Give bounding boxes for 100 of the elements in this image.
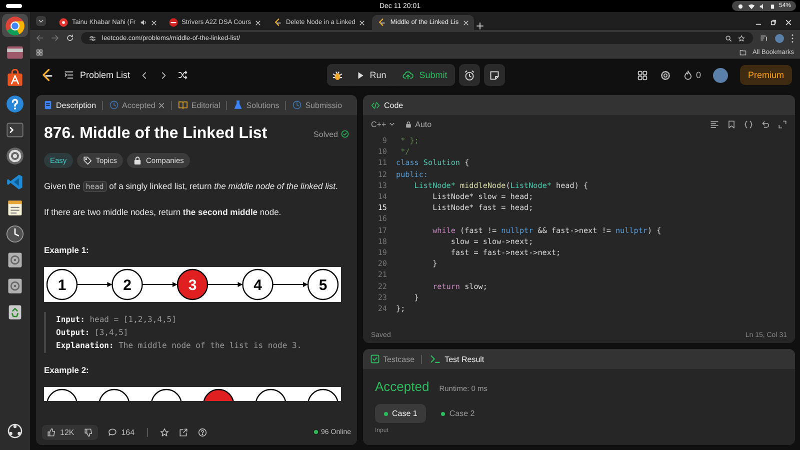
document-icon: [43, 100, 53, 110]
problem-list-link[interactable]: Problem List: [64, 70, 130, 80]
speaker-icon: [140, 19, 147, 26]
app-grid-icon[interactable]: [7, 422, 23, 438]
close-icon[interactable]: [150, 20, 157, 26]
browser-icon[interactable]: [5, 16, 25, 36]
comment-icon: [108, 428, 118, 436]
logo-favicon-icon: [168, 18, 178, 27]
notepad-icon[interactable]: [6, 198, 24, 216]
close-icon[interactable]: [359, 20, 366, 26]
close-icon[interactable]: [254, 20, 261, 26]
settings-icon[interactable]: [660, 70, 671, 80]
streak-counter[interactable]: 0: [682, 70, 701, 80]
apps-icon[interactable]: [36, 48, 43, 56]
check-circle-icon: [341, 130, 349, 138]
undo-icon[interactable]: [761, 120, 770, 128]
zoom-icon[interactable]: [725, 34, 732, 42]
history-icon: [109, 100, 120, 110]
format-icon[interactable]: [710, 120, 719, 128]
user-avatar[interactable]: [712, 68, 728, 82]
chevron-down-icon: [389, 121, 396, 127]
site-logo-icon[interactable]: [40, 68, 54, 82]
recycle-bin-icon[interactable]: [6, 302, 24, 320]
checkbox-icon: [370, 354, 380, 364]
panel-tab[interactable]: Test Result: [426, 352, 486, 366]
linked-list-drawing: 1 2 3 4 5: [44, 267, 341, 302]
code-editor-icon[interactable]: [6, 172, 24, 190]
solved-status: Solved: [314, 130, 338, 138]
more-icon[interactable]: [791, 34, 794, 42]
list-icon: [64, 70, 74, 80]
profile-avatar[interactable]: [775, 34, 784, 42]
verdict-label: Accepted: [375, 379, 430, 394]
chevron-right-icon[interactable]: [159, 70, 168, 80]
panel-tab[interactable]: Solutions: [231, 98, 282, 112]
workspace-indicator[interactable]: [6, 4, 22, 8]
tab-search-button[interactable]: [36, 16, 46, 26]
timer-button[interactable]: [459, 64, 480, 86]
settings-icon[interactable]: [6, 146, 24, 164]
new-tab-icon[interactable]: [476, 22, 484, 30]
help-icon[interactable]: [6, 94, 24, 112]
expand-icon[interactable]: [778, 120, 787, 128]
example-line: Input: head = [1,2,3,4,5]: [56, 314, 178, 326]
panel-tab[interactable]: Editorial: [176, 98, 222, 112]
star-icon[interactable]: [738, 34, 745, 42]
autocomplete-mode[interactable]: Auto: [405, 120, 432, 128]
braces-icon[interactable]: [744, 120, 753, 128]
folder-icon: [739, 48, 748, 56]
play-icon: [356, 70, 365, 80]
panel-tab[interactable]: Accepted: [107, 98, 168, 112]
example-heading: Example 2:: [44, 365, 90, 375]
example-heading: Example 1:: [44, 245, 90, 255]
media-control-icon[interactable]: [760, 34, 768, 42]
thumbs-down-icon: [84, 428, 94, 436]
note-icon: [489, 70, 500, 80]
tag-icon: [82, 156, 92, 165]
example-line: Output: [3,4,5]: [56, 327, 130, 339]
lock-icon: [405, 120, 412, 128]
bug-icon: [332, 70, 343, 80]
reload-icon[interactable]: [66, 34, 74, 42]
shuffle-icon[interactable]: [178, 70, 188, 80]
flask-icon: [233, 100, 244, 110]
bookmark-icon[interactable]: [727, 120, 736, 128]
problem-title: 876. Middle of the Linked List: [44, 125, 268, 143]
code-favicon-icon: [377, 18, 386, 27]
notes-button[interactable]: [484, 64, 506, 86]
shopping-bag-icon[interactable]: [6, 68, 24, 86]
terminal-icon[interactable]: [6, 120, 24, 138]
forward-icon[interactable]: [51, 34, 59, 42]
panel-tab[interactable]: Submissio: [290, 98, 344, 112]
layout-grid-icon[interactable]: [636, 70, 648, 80]
close-icon[interactable]: [462, 20, 469, 26]
alarm-clock-icon: [464, 70, 476, 80]
music-favicon-icon: [59, 18, 68, 27]
wifi-icon: [748, 2, 755, 10]
help-icon[interactable]: [198, 428, 207, 436]
back-icon[interactable]: [36, 34, 44, 42]
case-tab[interactable]: Case 1: [375, 404, 426, 423]
lock-icon: [132, 156, 142, 165]
code-favicon-icon: [272, 18, 282, 27]
case-tab[interactable]: Case 2: [432, 404, 484, 423]
panel-tab[interactable]: Testcase: [368, 352, 417, 366]
share-icon[interactable]: [178, 428, 188, 436]
comments-button[interactable]: 164: [108, 428, 135, 436]
volume-icon: [758, 2, 766, 10]
panel-title: Code: [368, 98, 406, 112]
thumbs-up-icon: [47, 428, 56, 436]
premium-button[interactable]: Premium: [740, 65, 792, 85]
clock-icon[interactable]: [6, 224, 24, 242]
battery-icon: [770, 2, 775, 10]
star-icon[interactable]: [160, 428, 169, 436]
language-dropdown[interactable]: C++: [371, 120, 396, 128]
restore-icon[interactable]: [770, 19, 777, 26]
online-dot: [314, 430, 318, 434]
chevron-down-icon: [38, 18, 44, 24]
problem-note: If there are two middle nodes, return the second middle node.: [44, 206, 282, 219]
panel-tab[interactable]: Description: [41, 98, 98, 112]
code-brackets-icon: [370, 100, 381, 110]
flame-icon: [682, 70, 693, 80]
site-info-icon: [89, 34, 96, 42]
terminal-prompt-icon: [428, 354, 442, 364]
